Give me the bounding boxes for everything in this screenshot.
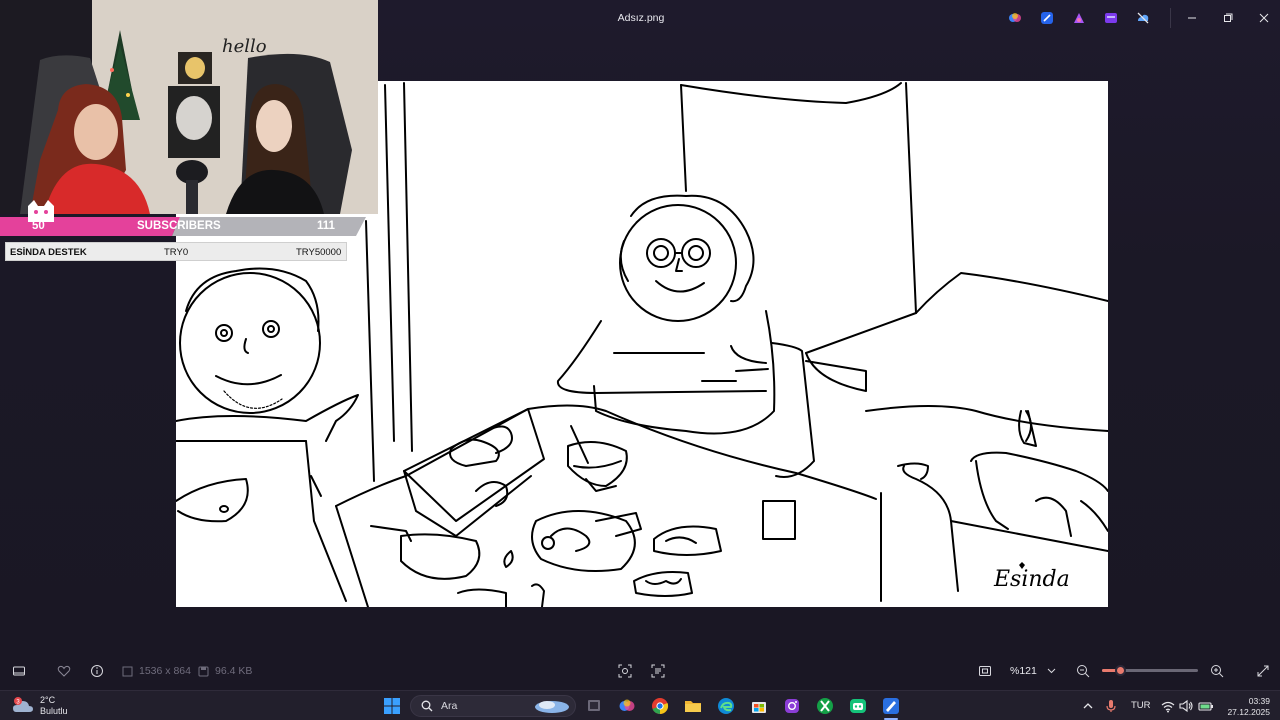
instagram-button[interactable] [781, 696, 803, 716]
search-icon [421, 700, 433, 712]
photos-button[interactable] [880, 696, 902, 716]
xbox-button[interactable] [814, 696, 836, 716]
image-dimensions: 1536 x 864 [122, 665, 191, 677]
zoom-out-icon [1077, 665, 1090, 678]
favorite-button[interactable] [53, 660, 75, 682]
instagram-icon [785, 699, 799, 713]
edge-button[interactable] [715, 696, 737, 716]
disk-icon [198, 666, 209, 676]
viewer-bottom-toolbar: 1536 x 864 96.4 KB [0, 654, 1280, 688]
clock-date: 27.12.2025 [1227, 707, 1270, 717]
file-info-button[interactable] [86, 660, 108, 682]
tray-overflow-button[interactable] [1077, 696, 1099, 716]
chevron-up-icon [1083, 703, 1093, 709]
zoom-in-button[interactable] [1206, 660, 1228, 682]
zoom-out-button[interactable] [1072, 660, 1094, 682]
close-icon [1259, 13, 1269, 23]
zoom-slider-thumb[interactable] [1115, 665, 1127, 676]
copilot-icon [619, 699, 635, 711]
cat-mascot-icon [28, 200, 54, 222]
microphone-button[interactable] [1100, 696, 1122, 716]
minimize-button[interactable] [1177, 6, 1207, 30]
donation-name: ESİNDA DESTEK [10, 247, 87, 258]
volume-button[interactable] [1175, 696, 1197, 716]
search-placeholder: Ara [441, 700, 458, 712]
taskbar-search-box[interactable]: Ara [410, 695, 576, 717]
visual-search-button[interactable] [614, 660, 636, 682]
microphone-icon [1106, 700, 1116, 712]
donation-goal: TRY50000 [296, 247, 342, 258]
wall-hello-sign: hello [222, 36, 267, 57]
weather-widget[interactable]: 3 2°C Bulutlu [12, 695, 68, 717]
file-size: 96.4 KB [198, 665, 252, 677]
discord-icon [850, 699, 866, 713]
chevron-down-icon [1047, 668, 1056, 674]
photos-icon [883, 698, 899, 714]
drawing-signature: Esinda [993, 567, 1070, 592]
zoom-level-dropdown[interactable]: %121 [1004, 662, 1064, 680]
maximize-button[interactable] [1213, 6, 1243, 30]
webcam-image: hello [0, 0, 378, 214]
start-icon [384, 698, 400, 714]
title-bar-separator [1170, 8, 1171, 28]
title-bar-app-icons [1004, 8, 1154, 28]
fit-to-window-button[interactable] [974, 660, 996, 682]
volume-icon [1179, 699, 1193, 713]
designer-icon[interactable] [1036, 8, 1058, 28]
clock[interactable]: 03:39 27.12.2025 [1222, 696, 1270, 718]
fullscreen-button[interactable] [1252, 660, 1274, 682]
discord-button[interactable] [847, 696, 869, 716]
battery-button[interactable] [1195, 696, 1217, 716]
chrome-button[interactable] [649, 696, 671, 716]
video-editor-icon[interactable] [1100, 8, 1122, 28]
battery-charging-icon [1198, 702, 1213, 711]
file-size-text: 96.4 KB [215, 665, 253, 677]
copy-text-button[interactable] [647, 660, 669, 682]
file-explorer-icon [685, 701, 701, 712]
weather-description: Bulutlu [40, 706, 68, 716]
heart-icon [57, 665, 71, 677]
store-icon [752, 702, 766, 713]
donation-goal-bar: ESİNDA DESTEK TRY0 TRY50000 [5, 242, 347, 261]
task-view-icon [588, 700, 600, 711]
edge-icon [718, 698, 734, 714]
fit-window-icon [979, 666, 991, 676]
visual-search-icon [618, 664, 632, 678]
copilot-icon[interactable] [1004, 8, 1026, 28]
text-scan-icon [651, 664, 665, 678]
donation-current: TRY0 [164, 247, 189, 258]
search-highlight-icon [535, 701, 569, 713]
expand-icon [1257, 665, 1269, 677]
taskbar: 3 2°C Bulutlu Ara TUR 03:39 27.12.2025 [0, 690, 1280, 720]
close-button[interactable] [1249, 6, 1279, 30]
start-button[interactable] [381, 696, 403, 716]
file-explorer-button[interactable] [682, 696, 704, 716]
minimize-icon [1188, 17, 1196, 19]
subscriber-label: SUBSCRIBERS [137, 220, 221, 232]
filmstrip-icon [13, 666, 25, 676]
chrome-icon [652, 698, 669, 715]
clipchamp-icon[interactable] [1068, 8, 1090, 28]
zoom-in-icon [1211, 665, 1224, 678]
onedrive-off-icon[interactable] [1132, 8, 1154, 28]
restore-icon [1224, 13, 1233, 22]
zoom-level-value: %121 [1010, 665, 1037, 677]
zoom-slider[interactable] [1102, 665, 1198, 676]
subscriber-goal-count: 111 [317, 220, 335, 232]
webcam-feed: hello [0, 0, 378, 214]
image-dimensions-text: 1536 x 864 [139, 665, 191, 677]
copilot-taskbar-button[interactable] [616, 696, 638, 716]
task-view-button[interactable] [583, 696, 605, 716]
filmstrip-button[interactable] [8, 660, 30, 682]
store-button[interactable] [748, 696, 770, 716]
clock-time: 03:39 [1248, 696, 1270, 706]
info-icon [91, 665, 103, 677]
xbox-icon [817, 698, 833, 714]
language-indicator[interactable]: TUR [1131, 700, 1151, 711]
weather-temperature: 2°C [40, 695, 56, 705]
image-size-icon [122, 666, 133, 676]
cloud-icon: 3 [13, 697, 33, 712]
